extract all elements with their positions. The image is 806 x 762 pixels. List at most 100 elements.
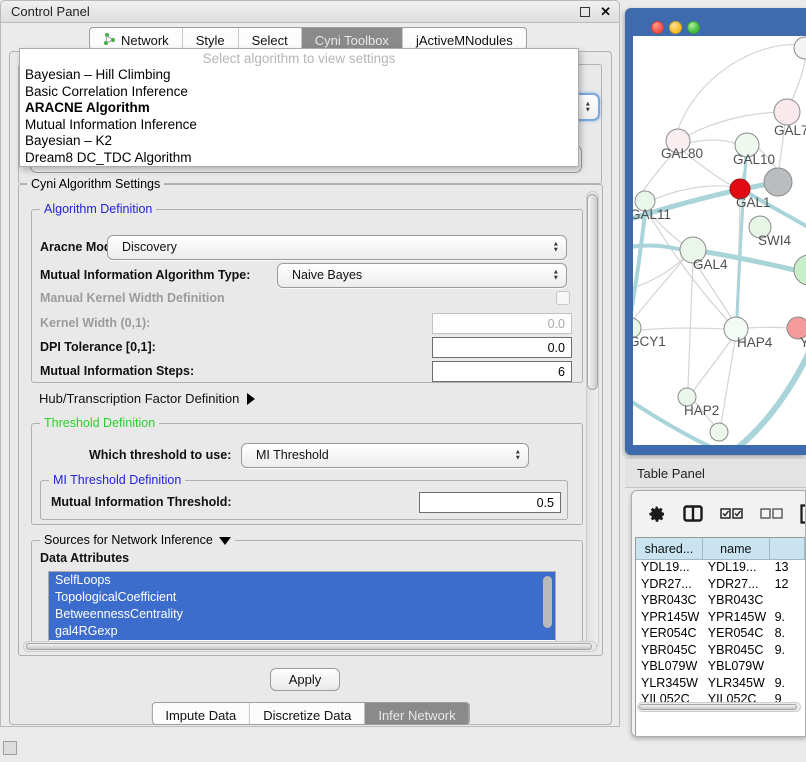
table-panel-title: Table Panel — [637, 466, 705, 481]
tab-infer-network[interactable]: Infer Network — [365, 703, 468, 724]
table-horizontal-scrollbar[interactable] — [637, 702, 801, 712]
tab-select[interactable]: Select — [239, 28, 302, 49]
minimize-traffic-light[interactable] — [669, 21, 682, 34]
which-threshold-combo[interactable]: MI Threshold ▲▼ — [241, 443, 529, 468]
settings-horizontal-scrollbar[interactable] — [23, 641, 597, 652]
attribute-item-gal4rgexp[interactable]: gal4RGexp — [49, 623, 555, 640]
table-cell: YBL079W — [703, 659, 770, 676]
node-label-GAL4: GAL4 — [693, 257, 728, 272]
tab-discretize-data[interactable]: Discretize Data — [250, 703, 365, 724]
stepper-arrows-icon: ▲▼ — [553, 270, 559, 281]
column-header-partial[interactable] — [770, 538, 805, 560]
split-columns-icon[interactable] — [683, 505, 703, 522]
algorithm-option-dream8-dc-tdc-algorithm[interactable]: Dream8 DC_TDC Algorithm — [20, 150, 578, 167]
table-cell: YPR145W — [636, 610, 703, 627]
network-edge — [694, 340, 731, 390]
window-title: Control Panel — [11, 4, 90, 19]
table-window: shared...name YDL19...YDL19...13YDR27...… — [631, 490, 806, 737]
table-cell: 9. — [770, 610, 805, 627]
tab-jactivemnodules[interactable]: jActiveMNodules — [403, 28, 526, 49]
deselect-all-columns-icon[interactable] — [760, 508, 783, 519]
algorithm-option-mutual-information-inference[interactable]: Mutual Information Inference — [20, 117, 578, 134]
network-icon — [103, 32, 116, 49]
kernel-width-field[interactable]: 0.0 — [432, 313, 572, 334]
settings-vertical-scrollbar[interactable] — [586, 191, 599, 649]
table-row[interactable]: YBL079WYBL079W — [636, 659, 805, 676]
table-row[interactable]: YER054CYER054C8. — [636, 626, 805, 643]
table-cell: 13 — [770, 560, 805, 577]
algorithm-option-bayesian-k2[interactable]: Bayesian – K2 — [20, 133, 578, 150]
control-panel-window: Control Panel ✕ NetworkStyle Select Cyni T… — [0, 0, 620, 727]
gear-icon[interactable] — [648, 505, 666, 523]
tab-network[interactable]: Network — [90, 28, 183, 49]
scrollbar-thumb[interactable] — [26, 643, 592, 650]
table-row[interactable]: YDR27...YDR27...12 — [636, 577, 805, 594]
table-cell: YBR045C — [636, 643, 703, 660]
float-window-icon[interactable] — [580, 7, 590, 17]
settings-group-title: Cyni Algorithm Settings — [27, 177, 164, 191]
scrollbar-thumb[interactable] — [587, 194, 598, 390]
attribute-item-selfloops[interactable]: SelfLoops — [49, 572, 555, 589]
cyni-algorithm-settings-group: Cyni Algorithm Settings Algorithm Defini… — [18, 184, 603, 656]
aracne-mode-combo[interactable]: Discovery ▲▼ — [107, 235, 567, 260]
table-row[interactable]: YLR345WYLR345W9. — [636, 676, 805, 693]
dpi-tolerance-label: DPI Tolerance [0,1]: — [40, 340, 156, 354]
table-cell: YBR043C — [703, 593, 770, 610]
table-row[interactable]: YBR043CYBR043C — [636, 593, 805, 610]
tab-impute-data[interactable]: Impute Data — [152, 703, 250, 724]
manual-kernel-checkbox[interactable] — [556, 291, 570, 305]
network-edge — [721, 341, 735, 424]
node-GAL7[interactable] — [774, 99, 800, 125]
algorithm-option-bayesian-hill-climbing[interactable]: Bayesian – Hill Climbing — [20, 67, 578, 84]
algorithm-option-aracne-algorithm[interactable]: ARACNE Algorithm — [20, 100, 578, 117]
network-view-window: GAL7GAL80GAL10GAL1GAL11SWI4GAL4GCY1HAP4Y… — [625, 8, 806, 455]
cyni-bottom-tab-strip: Impute DataDiscretize DataInfer Network — [151, 702, 469, 725]
desktop-grow-box — [3, 741, 17, 755]
table-row[interactable]: YDL19...YDL19...13 — [636, 560, 805, 577]
table-cell: YLR345W — [703, 676, 770, 693]
tab-style[interactable]: Style — [183, 28, 239, 49]
data-attributes-list[interactable]: SelfLoopsTopologicalCoefficientBetweenne… — [48, 571, 556, 645]
stepper-arrows-icon: ▲▼ — [515, 450, 521, 461]
page-icon[interactable] — [800, 504, 806, 524]
network-edge — [678, 112, 787, 141]
table-cell: YER054C — [636, 626, 703, 643]
column-header-name[interactable]: name — [703, 538, 770, 560]
zoom-traffic-light[interactable] — [687, 21, 700, 34]
mi-steps-field[interactable]: 6 — [432, 361, 572, 382]
mi-type-combo[interactable]: Naive Bayes ▲▼ — [277, 263, 567, 288]
list-scrollbar-thumb[interactable] — [543, 576, 552, 628]
hub-factor-expander[interactable]: Hub/Transcription Factor Definition — [39, 391, 255, 406]
mi-steps-label: Mutual Information Steps: — [40, 364, 194, 378]
table-row[interactable]: YPR145WYPR145W9. — [636, 610, 805, 627]
table-cell: YDL19... — [636, 560, 703, 577]
table-cell: YDL19... — [703, 560, 770, 577]
table-cell — [770, 593, 805, 610]
node[interactable] — [794, 37, 806, 59]
table-cell: YBR043C — [636, 593, 703, 610]
select-all-columns-icon[interactable] — [720, 508, 743, 519]
algorithm-option-basic-correlation-inference[interactable]: Basic Correlation Inference — [20, 84, 578, 101]
table-cell: 9. — [770, 643, 805, 660]
table-row[interactable]: YBR045CYBR045C9. — [636, 643, 805, 660]
apply-button[interactable]: Apply — [270, 668, 340, 691]
node[interactable] — [710, 423, 728, 441]
close-window-icon[interactable]: ✕ — [600, 7, 611, 17]
dpi-tolerance-field[interactable]: 0.0 — [432, 337, 572, 358]
data-attributes-label: Data Attributes — [40, 551, 129, 565]
aracne-mode-value: Discovery — [122, 240, 177, 254]
node[interactable] — [764, 168, 792, 196]
attribute-item-betweennesscentrality[interactable]: BetweennessCentrality — [49, 606, 555, 623]
mi-threshold-field[interactable]: 0.5 — [419, 492, 561, 513]
tab-cyni-toolbox[interactable]: Cyni Toolbox — [302, 28, 403, 49]
table-cell: 8. — [770, 626, 805, 643]
column-header-shared[interactable]: shared... — [636, 538, 703, 560]
close-traffic-light[interactable] — [651, 21, 664, 34]
network-canvas[interactable]: GAL7GAL80GAL10GAL1GAL11SWI4GAL4GCY1HAP4Y… — [633, 36, 806, 445]
scrollbar-thumb[interactable] — [639, 704, 797, 710]
node-label-GAL10: GAL10 — [733, 152, 775, 167]
algorithm-definition-title: Algorithm Definition — [40, 202, 156, 216]
attribute-item-topologicalcoefficient[interactable]: TopologicalCoefficient — [49, 589, 555, 606]
node[interactable] — [794, 255, 806, 285]
tab-label: Select — [252, 33, 288, 48]
